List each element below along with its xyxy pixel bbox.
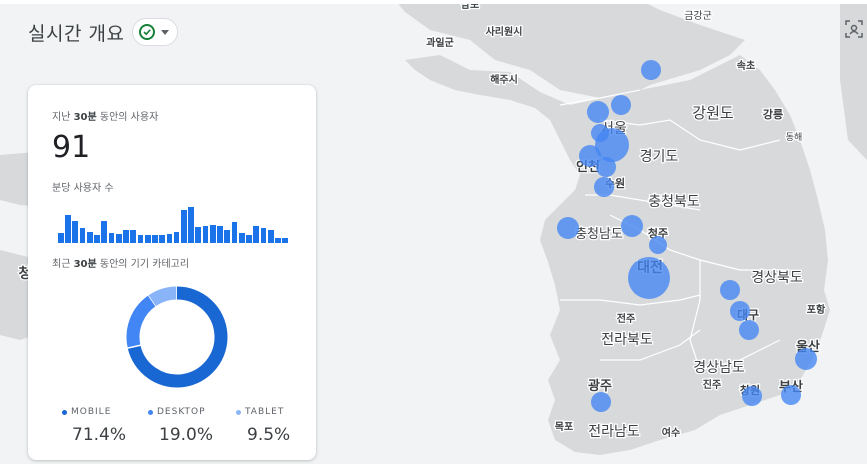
user-bubble[interactable] <box>596 157 616 177</box>
check-circle-icon <box>139 24 156 40</box>
per-minute-bar[interactable] <box>188 207 194 243</box>
per-minute-bar[interactable] <box>137 234 144 243</box>
map-label: 포항 <box>807 303 826 316</box>
per-minute-bar[interactable] <box>159 234 166 243</box>
per-minute-bar[interactable] <box>246 234 252 243</box>
map-label: 전주 <box>617 312 635 325</box>
per-minute-bar[interactable] <box>238 232 245 243</box>
user-bubble[interactable] <box>720 280 740 300</box>
per-minute-bar[interactable] <box>180 210 187 243</box>
legend-tablet: TABLET <box>236 407 284 417</box>
users-count: 91 <box>52 130 91 165</box>
per-minute-bar[interactable] <box>130 229 137 243</box>
per-minute-bar[interactable] <box>267 229 274 243</box>
map-label: 금강군 <box>684 10 712 22</box>
user-bubble[interactable] <box>739 320 759 340</box>
map-label: 경상북도 <box>751 270 803 286</box>
donut-slice-tablet[interactable] <box>148 286 178 307</box>
per-minute-bar-chart <box>58 207 288 243</box>
users-30min-label: 지난 30분 동안의 사용자 <box>52 112 159 123</box>
per-minute-bar[interactable] <box>65 215 71 243</box>
mobile-percent: 71.4% <box>72 425 127 445</box>
user-bubble[interactable] <box>611 95 631 115</box>
user-bubble[interactable] <box>587 101 609 123</box>
per-minute-bar[interactable] <box>115 233 122 243</box>
legend-mobile: MOBILE <box>62 407 111 417</box>
chevron-down-icon <box>161 29 170 35</box>
user-bubble[interactable] <box>628 257 670 299</box>
comparison-dropdown[interactable] <box>132 18 179 46</box>
realtime-summary-card: 지난 30분 동안의 사용자 91 분당 사용자 수 최근 30분 동안의 기기… <box>28 85 316 460</box>
focus-frame-icon[interactable] <box>845 20 863 38</box>
per-minute-bar[interactable] <box>282 237 288 243</box>
user-bubble[interactable] <box>591 124 609 142</box>
map-label: 목포 <box>555 421 573 433</box>
map-label: 속초 <box>737 59 755 72</box>
map-label: 강릉 <box>763 107 783 121</box>
map-label: 강원도 <box>692 104 734 122</box>
user-bubble[interactable] <box>591 392 611 412</box>
title-bar: 실시간 개요 <box>28 18 179 46</box>
map-label: 광주 <box>588 379 612 394</box>
per-minute-bar[interactable] <box>217 225 223 243</box>
per-minute-bar[interactable] <box>58 232 64 243</box>
page-title: 실시간 개요 <box>28 22 125 45</box>
per-minute-bar[interactable] <box>108 232 115 243</box>
map-label: 충청남도 <box>575 227 623 242</box>
per-minute-bar[interactable] <box>253 225 260 243</box>
per-minute-bar[interactable] <box>166 233 173 243</box>
map-label: 해주시 <box>490 73 518 86</box>
per-minute-bar[interactable] <box>152 234 158 243</box>
map-label: 전라남도 <box>588 424 640 440</box>
per-minute-bar[interactable] <box>195 226 202 243</box>
map-label: 경기도 <box>640 149 679 165</box>
per-minute-bar[interactable] <box>144 234 151 243</box>
device-donut-chart <box>126 285 228 388</box>
user-bubble[interactable] <box>730 301 750 321</box>
per-minute-bar[interactable] <box>209 224 216 243</box>
user-bubble[interactable] <box>795 348 817 370</box>
user-bubble[interactable] <box>621 215 643 237</box>
user-bubble[interactable] <box>781 385 801 405</box>
user-bubble[interactable] <box>557 217 579 239</box>
map-label: 사리원시 <box>486 25 523 38</box>
per-minute-bar[interactable] <box>86 231 93 243</box>
user-bubble[interactable] <box>649 236 667 254</box>
per-minute-bar[interactable] <box>231 222 238 243</box>
per-minute-bar[interactable] <box>123 229 129 243</box>
device-category-label: 최근 30분 동안의 기기 카테고리 <box>52 259 190 270</box>
per-minute-bar[interactable] <box>202 225 209 243</box>
user-bubble[interactable] <box>742 386 762 406</box>
map-label: 과일군 <box>426 36 454 49</box>
user-bubble[interactable] <box>594 177 614 197</box>
donut-slice-desktop[interactable] <box>126 295 157 349</box>
user-bubble[interactable] <box>641 60 661 80</box>
per-minute-bar[interactable] <box>260 227 267 243</box>
map-label: 진주 <box>703 378 721 391</box>
legend-desktop: DESKTOP <box>148 407 206 417</box>
map-label: 경상남도 <box>693 360 745 376</box>
per-minute-label: 분당 사용자 수 <box>52 183 114 194</box>
map-label: 여수 <box>662 426 680 439</box>
map-label: 동해 <box>786 132 803 143</box>
per-minute-bar[interactable] <box>72 221 79 243</box>
per-minute-bar[interactable] <box>101 221 108 243</box>
tablet-percent: 9.5% <box>247 425 291 445</box>
per-minute-bar[interactable] <box>275 237 281 243</box>
desktop-percent: 19.0% <box>159 425 214 445</box>
per-minute-bar[interactable] <box>173 231 180 243</box>
per-minute-bar[interactable] <box>79 227 86 243</box>
map-label: 충청북도 <box>648 194 700 210</box>
per-minute-bar[interactable] <box>94 234 100 243</box>
map-label: 전라북도 <box>601 332 653 348</box>
per-minute-bar[interactable] <box>224 229 231 243</box>
